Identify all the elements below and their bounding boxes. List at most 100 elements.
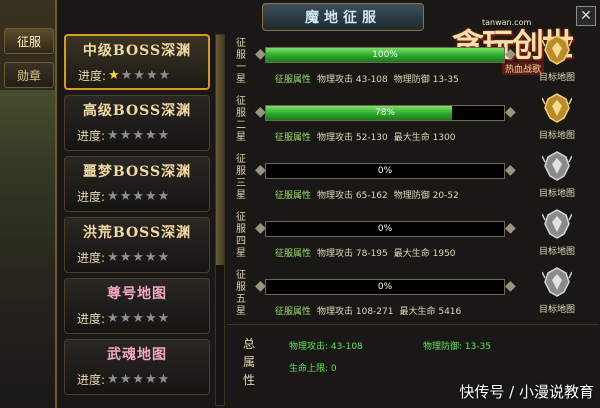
attr-2: 最大生命 5416 <box>399 307 462 317</box>
star-rating: ★★★★★ <box>108 68 171 83</box>
attr-label: 征服属性 <box>275 75 312 85</box>
zone-item[interactable]: 洪荒BOSS深渊进度: ★★★★★ <box>64 217 210 273</box>
attr-2: 物理防御 20-52 <box>393 191 459 201</box>
target-map-label: 目标地图 <box>538 305 575 315</box>
stage-progress-bar: 0% <box>265 221 505 237</box>
stage-attributes: 征服属性 物理攻击 65-162 物理防御 20-52 <box>275 188 465 201</box>
star-icon: ★ <box>132 311 146 326</box>
crest-icon <box>541 267 573 297</box>
stage-attributes: 征服属性 物理攻击 52-130 最大生命 1300 <box>275 130 462 143</box>
star-icon: ★ <box>107 372 120 387</box>
target-map-button[interactable]: 目标地图 <box>527 208 587 266</box>
tab-medal[interactable]: 勋章 <box>4 62 54 88</box>
zone-item[interactable]: 武魂地图 进度: ★★★★★ <box>64 339 210 395</box>
zone-progress: 进度: ★★★★★ <box>77 310 170 327</box>
bar-cap-left-icon: ◆ <box>255 162 266 178</box>
zone-item[interactable]: 中级BOSS深渊进度: ★★★★★ <box>64 34 210 90</box>
target-map-button[interactable]: 目标地图 <box>527 150 587 208</box>
star-icon: ★ <box>132 128 146 143</box>
scroll-thumb[interactable] <box>216 35 224 265</box>
stage-attributes: 征服属性 物理攻击 108-271 最大生命 5416 <box>275 304 467 317</box>
window-title: 魔地征服 <box>305 10 381 26</box>
star-rating: ★★★★★ <box>107 311 170 326</box>
star-icon: ★ <box>157 128 171 143</box>
stage-label: 征 服 二 星 <box>236 96 246 143</box>
zone-item[interactable]: 尊号地图 进度: ★★★★★ <box>64 278 210 334</box>
target-map-button[interactable]: 目标地图 <box>527 92 587 150</box>
zone-name: 中级BOSS深渊 <box>82 43 192 59</box>
attr-1: 物理攻击 65-162 <box>317 191 388 201</box>
progress-percent: 0% <box>377 282 393 292</box>
star-icon: ★ <box>157 250 171 265</box>
bar-cap-right-icon: ◆ <box>505 104 516 120</box>
bar-cap-right-icon: ◆ <box>505 46 516 62</box>
attr-2: 最大生命 1950 <box>393 249 456 259</box>
total-max-hp: 生命上限: 0 <box>289 364 337 374</box>
zone-item[interactable]: 噩梦BOSS深渊 进度: ★★★★★ <box>64 156 210 212</box>
star-icon: ★ <box>119 250 133 265</box>
target-map-button[interactable]: 目标地图 <box>527 34 587 92</box>
watermark-text: 快传号 / 小漫说教育 <box>459 383 594 401</box>
zone-progress: 进度: ★★★★★ <box>77 188 170 205</box>
tab-conquest[interactable]: 征服 <box>4 28 54 54</box>
zone-name: 高级BOSS深渊 <box>82 103 192 119</box>
target-map-label: 目标地图 <box>538 247 575 257</box>
zone-name: 尊号地图 <box>107 286 167 302</box>
zone-item[interactable]: 高级BOSS深渊 进度: ★★★★★ <box>64 95 210 151</box>
zone-progress-label: 进度: <box>77 129 106 143</box>
crest-icon <box>541 93 573 123</box>
total-physical-defense: 物理防御: 13-35 <box>423 342 492 352</box>
star-rating: ★★★★★ <box>107 128 170 143</box>
star-icon: ★ <box>133 68 147 83</box>
star-icon: ★ <box>157 189 171 204</box>
star-icon: ★ <box>132 189 146 204</box>
stage-progress-bar: 100% <box>265 47 505 63</box>
attr-label: 征服属性 <box>275 249 312 259</box>
zone-progress: 进度: ★★★★★ <box>78 67 171 84</box>
zone-progress: 进度: ★★★★★ <box>77 249 170 266</box>
zone-progress-label: 进度: <box>77 312 106 326</box>
target-map-button[interactable]: 目标地图 <box>527 266 587 324</box>
star-icon: ★ <box>132 372 146 387</box>
crest-icon <box>541 209 573 239</box>
bar-cap-right-icon: ◆ <box>505 162 516 178</box>
star-icon: ★ <box>107 311 120 326</box>
logo-url: tanwan.com <box>482 18 532 27</box>
star-icon: ★ <box>107 189 120 204</box>
star-icon: ★ <box>120 68 134 83</box>
conquest-window: 魔地征服 ✕ 贪玩创世 tanwan.com 热血战歌 中级BOSS深渊 进度: ★… <box>55 0 600 408</box>
bar-cap-right-icon: ◆ <box>505 220 516 236</box>
star-icon: ★ <box>132 250 146 265</box>
attr-1: 物理攻击 43-108 <box>317 75 388 85</box>
stage-label: 征 服 五 星 <box>236 270 246 317</box>
conquest-stage: 征 服 五 星 ◆ 0% ◆ 征服属性 物理攻击 108-271 最大生命 5416 目标地图 <box>227 266 599 324</box>
star-icon: ★ <box>119 189 133 204</box>
progress-percent: 78% <box>374 108 395 118</box>
star-icon: ★ <box>158 68 172 83</box>
zone-progress: 进度: ★★★★★ <box>77 127 170 144</box>
star-rating: ★★★★★ <box>107 189 170 204</box>
stage-label: 征 服 三 星 <box>236 154 246 201</box>
stage-attributes: 征服属性 物理攻击 43-108 物理防御 13-35 <box>275 72 465 85</box>
star-icon: ★ <box>145 189 158 204</box>
outer-sidebar: 征服 勋章 <box>0 0 56 408</box>
bar-cap-left-icon: ◆ <box>255 220 266 236</box>
conquest-stage: 征 服 二 星 ◆ 78% ◆ 征服属性 物理攻击 52-130 最大生命 1300 目标地图 <box>227 92 599 150</box>
total-physical-attack: 物理攻击: 43-108 <box>289 342 363 352</box>
zone-name: 洪荒BOSS深渊 <box>82 225 192 241</box>
zone-list-scrollbar[interactable] <box>215 34 225 406</box>
stage-progress-bar: 78% <box>265 105 505 121</box>
conquest-detail-panel: 征 服 一 星 ◆ 100% ◆ 征服属性 物理攻击 43-108 物理防御 13-35 目标… <box>227 34 599 406</box>
star-icon: ★ <box>119 372 133 387</box>
target-map-label: 目标地图 <box>538 73 575 83</box>
conquest-stage: 征 服 一 星 ◆ 100% ◆ 征服属性 物理攻击 43-108 物理防御 13-35 目标… <box>227 34 599 92</box>
star-icon: ★ <box>107 128 120 143</box>
stage-label: 征 服 一 星 <box>236 38 246 85</box>
star-icon: ★ <box>146 68 159 83</box>
star-icon: ★ <box>119 311 133 326</box>
target-map-label: 目标地图 <box>538 189 575 199</box>
attr-2: 物理防御 13-35 <box>393 75 459 85</box>
crest-icon <box>541 35 573 65</box>
progress-percent: 0% <box>377 166 393 176</box>
attr-label: 征服属性 <box>275 307 312 317</box>
